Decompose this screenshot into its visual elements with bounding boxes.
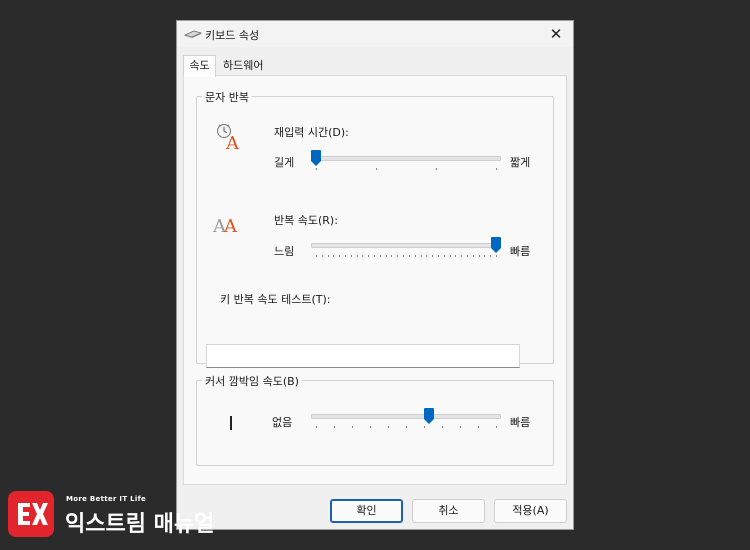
slider-tick <box>436 168 437 170</box>
window-title: 키보드 속성 <box>205 29 260 42</box>
repeat-delay-track <box>311 156 501 161</box>
cursor-blink-ticks <box>311 426 501 428</box>
repeat-rate-slider[interactable] <box>311 237 501 257</box>
repeat-rate-fast-label: 빠름 <box>510 245 531 258</box>
ok-button[interactable]: 확인 <box>330 499 403 523</box>
slider-tick <box>333 255 334 257</box>
slider-tick <box>362 255 363 257</box>
slider-tick <box>426 255 427 257</box>
slider-tick <box>467 255 468 257</box>
slider-tick <box>316 426 317 428</box>
slider-tick <box>391 255 392 257</box>
slider-tick <box>496 255 497 257</box>
slider-tick <box>455 255 456 257</box>
slider-tick <box>450 255 451 257</box>
svg-text:A: A <box>225 133 240 152</box>
slider-tick <box>442 426 443 428</box>
close-button[interactable]: ✕ <box>545 24 567 44</box>
slider-tick <box>424 426 425 428</box>
slider-tick <box>409 255 410 257</box>
cancel-button[interactable]: 취소 <box>412 499 485 523</box>
repeat-rate-label: 반복 속도(R): <box>274 214 338 227</box>
repeat-test-input[interactable] <box>206 344 520 368</box>
tab-speed[interactable]: 속도 <box>183 55 216 77</box>
repeat-delay-thumb[interactable] <box>311 150 321 166</box>
cursor-preview <box>230 416 232 430</box>
slider-tick <box>496 168 497 170</box>
watermark-brand: 익스트림 매뉴얼 <box>65 512 215 537</box>
keyboard-properties-dialog: 키보드 속성 ✕ 속도 하드웨어 문자 반복 A 재입력 시간(D): 길게 짧… <box>176 20 574 530</box>
slider-tick <box>473 255 474 257</box>
svg-text:A: A <box>223 216 238 236</box>
slider-tick <box>345 255 346 257</box>
slider-tick <box>484 255 485 257</box>
slider-tick <box>478 426 479 428</box>
watermark-tagline: More Better IT Life <box>66 495 146 503</box>
speed-tab-panel: 문자 반복 A 재입력 시간(D): 길게 짧게 A A 반복 속도(R): 느… <box>183 75 567 485</box>
cursor-blink-thumb[interactable] <box>424 408 434 424</box>
apply-button[interactable]: 적용(A) <box>494 499 567 523</box>
slider-tick <box>357 255 358 257</box>
cursor-blink-slider[interactable] <box>311 408 501 428</box>
slider-tick <box>328 255 329 257</box>
slider-tick <box>374 255 375 257</box>
slider-tick <box>490 255 491 257</box>
repeat-rate-slow-label: 느림 <box>274 245 295 258</box>
title-bar: 키보드 속성 ✕ <box>177 21 573 47</box>
slider-tick <box>461 255 462 257</box>
cursor-blink-none-label: 없음 <box>272 416 293 429</box>
slider-tick <box>322 255 323 257</box>
repeat-test-label: 키 반복 속도 테스트(T): <box>220 293 331 306</box>
cursor-blink-fast-label: 빠름 <box>510 416 531 429</box>
slider-tick <box>421 255 422 257</box>
slider-tick <box>479 255 480 257</box>
repeat-delay-icon: A <box>217 124 240 152</box>
ex-logo-icon <box>8 491 54 537</box>
repeat-delay-ticks <box>311 168 501 170</box>
slider-tick <box>316 255 317 257</box>
cursor-blink-title: 커서 깜박임 속도(B) <box>202 373 302 389</box>
slider-tick <box>444 255 445 257</box>
slider-tick <box>380 255 381 257</box>
repeat-rate-ticks <box>311 255 501 257</box>
slider-tick <box>438 255 439 257</box>
slider-tick <box>432 255 433 257</box>
slider-tick <box>406 426 407 428</box>
slider-tick <box>351 255 352 257</box>
slider-tick <box>403 255 404 257</box>
slider-tick <box>386 255 387 257</box>
keyboard-icon <box>184 30 202 38</box>
slider-tick <box>376 168 377 170</box>
repeat-delay-long-label: 길게 <box>274 156 295 169</box>
slider-tick <box>415 255 416 257</box>
slider-tick <box>388 426 389 428</box>
repeat-delay-short-label: 짧게 <box>510 156 531 169</box>
slider-tick <box>316 168 317 170</box>
cursor-blink-track <box>311 414 501 419</box>
repeat-delay-slider[interactable] <box>311 150 501 170</box>
slider-tick <box>370 426 371 428</box>
slider-tick <box>352 426 353 428</box>
character-repeat-group: 문자 반복 <box>196 89 554 364</box>
repeat-rate-thumb[interactable] <box>491 237 501 253</box>
repeat-rate-icon: A A <box>212 216 238 236</box>
slider-tick <box>368 255 369 257</box>
tab-hardware[interactable]: 하드웨어 <box>219 56 267 76</box>
character-repeat-title: 문자 반복 <box>202 89 252 105</box>
slider-tick <box>397 255 398 257</box>
ex-logo-mark <box>18 503 48 525</box>
slider-tick <box>339 255 340 257</box>
close-icon: ✕ <box>549 25 563 43</box>
slider-tick <box>460 426 461 428</box>
slider-tick <box>496 426 497 428</box>
repeat-delay-label: 재입력 시간(D): <box>274 126 349 139</box>
slider-tick <box>334 426 335 428</box>
repeat-rate-track <box>311 243 501 248</box>
